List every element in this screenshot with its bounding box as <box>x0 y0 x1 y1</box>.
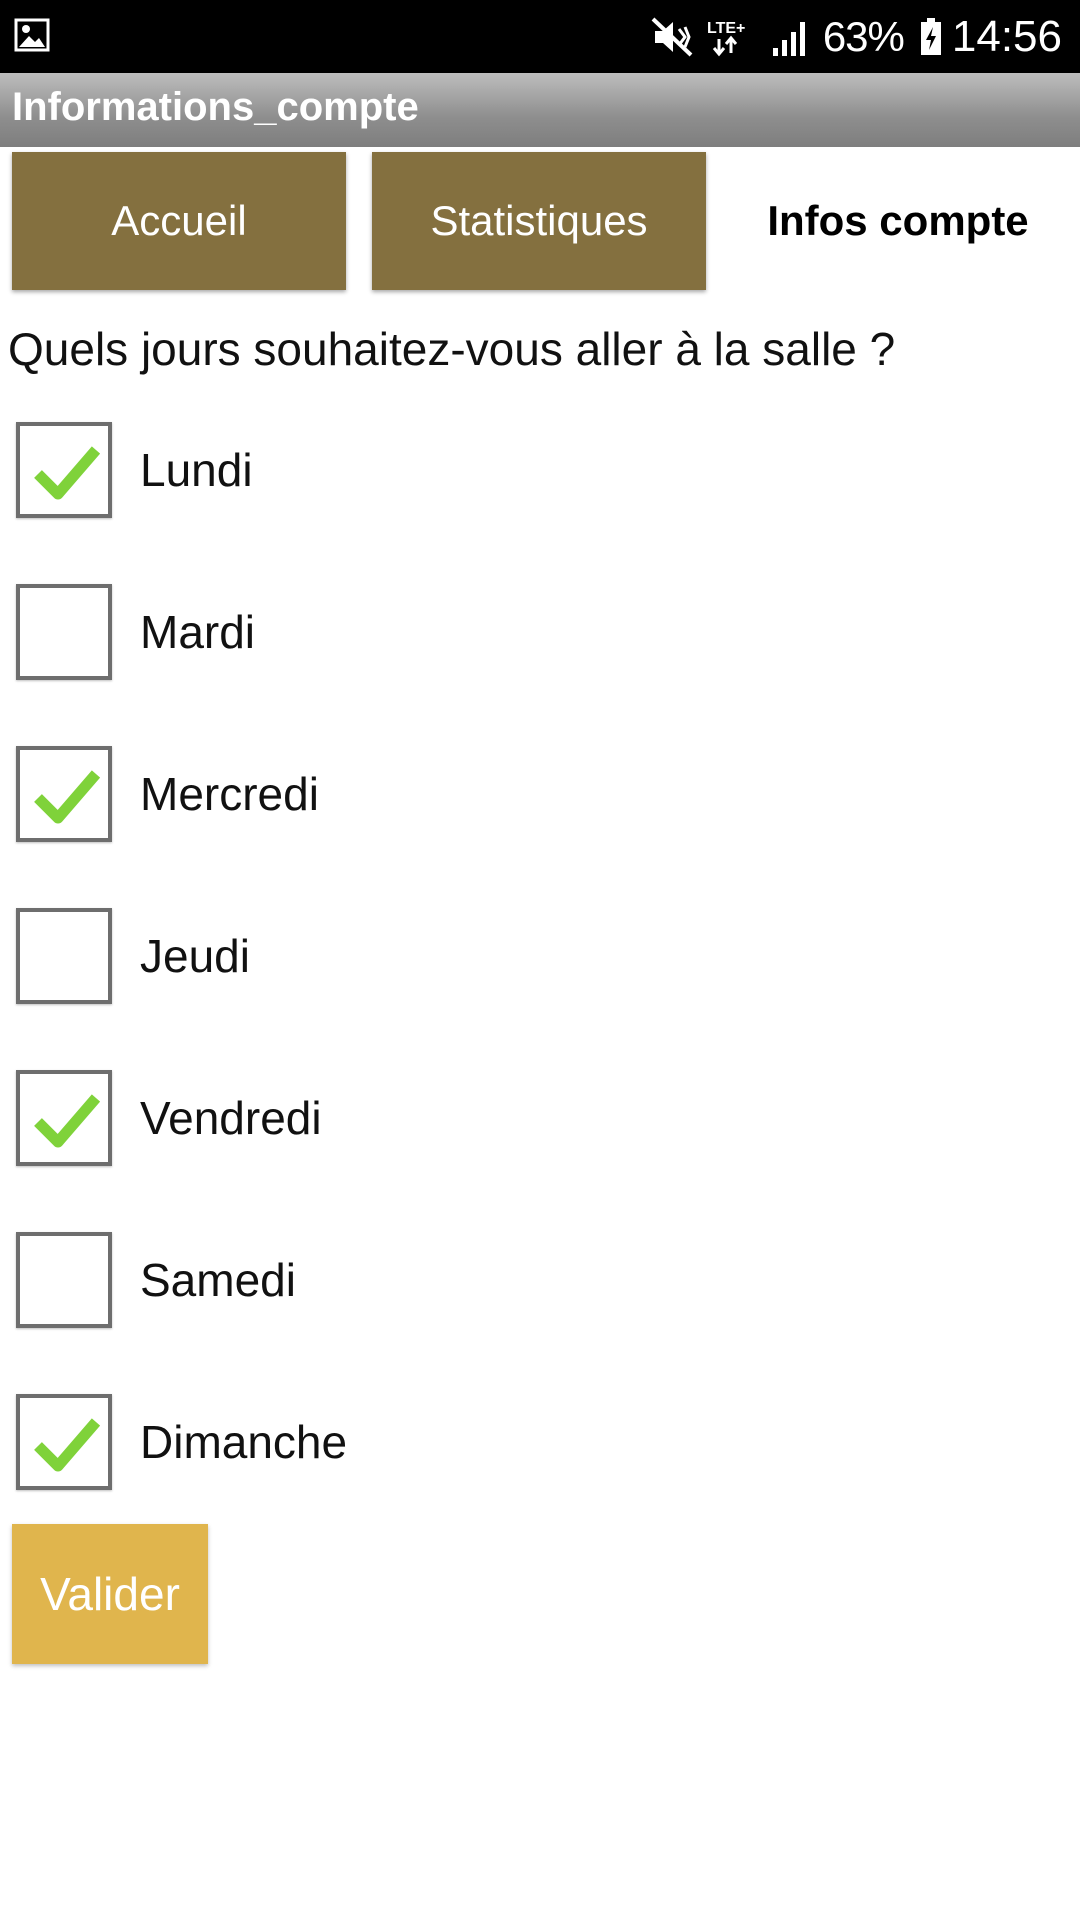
checkbox-label: Mardi <box>140 606 256 658</box>
checkbox-label: Samedi <box>140 1254 296 1306</box>
lte-icon: LTE+ <box>707 20 745 56</box>
question-label: Quels jours souhaitez-vous aller à la sa… <box>8 323 896 375</box>
battery-charging-icon <box>920 17 941 55</box>
status-indicators: LTE+ 63% 14:56 <box>651 0 1062 73</box>
checkbox[interactable] <box>16 1070 112 1166</box>
tab-label: Accueil <box>111 197 247 244</box>
check-icon <box>34 770 100 824</box>
check-icon <box>34 1418 100 1472</box>
tab-statistiques[interactable]: Statistiques <box>372 152 706 290</box>
checkbox-row-mardi[interactable]: Mardi <box>16 584 716 680</box>
tab-accueil[interactable]: Accueil <box>12 152 346 290</box>
checkbox-row-lundi[interactable]: Lundi <box>16 422 716 518</box>
tab-label: Infos compte <box>767 197 1029 244</box>
checkbox[interactable] <box>16 584 112 680</box>
checkbox-row-jeudi[interactable]: Jeudi <box>16 908 716 1004</box>
checkbox-row-dimanche[interactable]: Dimanche <box>16 1394 716 1490</box>
tab-label: Statistiques <box>430 197 648 244</box>
check-icon <box>34 1094 100 1148</box>
checkbox[interactable] <box>16 746 112 842</box>
checkbox-row-vendredi[interactable]: Vendredi <box>16 1070 716 1166</box>
battery-percent: 63% <box>822 12 905 60</box>
lte-label: LTE+ <box>707 20 745 37</box>
checkbox-row-samedi[interactable]: Samedi <box>16 1232 716 1328</box>
action-bar: Informations_compte <box>0 73 1080 147</box>
checkbox[interactable] <box>16 422 112 518</box>
status-bar: LTE+ 63% 14:56 <box>0 0 1080 73</box>
checkbox[interactable] <box>16 1232 112 1328</box>
checkbox-label: Lundi <box>140 444 253 496</box>
checkbox-row-mercredi[interactable]: Mercredi <box>16 746 716 842</box>
image-icon <box>14 18 50 52</box>
checkbox-label: Jeudi <box>140 930 250 982</box>
checkbox[interactable] <box>16 908 112 1004</box>
checkbox-label: Vendredi <box>140 1092 322 1144</box>
checkbox-label: Dimanche <box>140 1416 348 1468</box>
page-title: Informations_compte <box>12 85 419 129</box>
button-label: Valider <box>40 1568 180 1620</box>
signal-icon <box>772 21 805 56</box>
tab-infos-compte[interactable]: Infos compte <box>728 152 1068 290</box>
check-icon <box>34 446 100 500</box>
mute-icon <box>651 17 693 56</box>
checkbox-label: Mercredi <box>140 768 319 820</box>
checkbox[interactable] <box>16 1394 112 1490</box>
valider-button[interactable]: Valider <box>12 1524 208 1664</box>
clock: 14:56 <box>951 11 1062 61</box>
